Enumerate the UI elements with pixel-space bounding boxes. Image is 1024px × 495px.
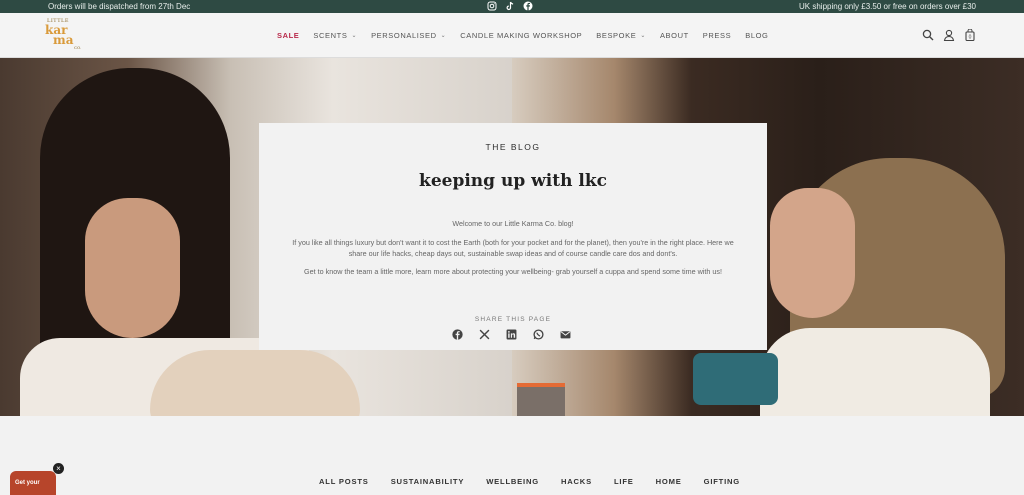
nav-item-blog[interactable]: BLOG — [745, 31, 768, 40]
blog-category-nav: ALL POSTS SUSTAINABILITY WELLBEING HACKS… — [319, 477, 762, 486]
header-icons: 0 — [922, 29, 976, 41]
email-icon[interactable] — [560, 329, 571, 340]
share-label: SHARE THIS PAGE — [474, 316, 552, 323]
svg-text:0: 0 — [969, 35, 972, 41]
intro-paragraph-1: Welcome to our Little Karma Co. blog! — [452, 219, 574, 228]
search-icon[interactable] — [922, 29, 934, 41]
page-title: keeping up with lkc — [419, 171, 607, 191]
category-gifting[interactable]: GIFTING — [704, 477, 740, 486]
site-header: LITTLE kar ma CO. SALE SCENTS ⌄ PERSONALI… — [0, 13, 1024, 58]
shipping-notice: UK shipping only £3.50 or free on orders… — [799, 2, 976, 11]
chevron-down-icon: ⌄ — [640, 33, 646, 39]
nav-item-press[interactable]: PRESS — [703, 31, 731, 40]
intro-paragraph-3: Get to know the team a little more, lear… — [304, 267, 722, 276]
facebook-icon[interactable] — [452, 329, 463, 340]
nav-item-candle-making-workshop[interactable]: CANDLE MAKING WORKSHOP — [460, 31, 582, 40]
chevron-down-icon: ⌄ — [351, 33, 358, 39]
nav-item-scents[interactable]: SCENTS ⌄ — [313, 31, 357, 40]
dispatch-notice: Orders will be dispatched from 27th Dec — [48, 2, 191, 11]
promo-tab[interactable]: Get your — [10, 471, 56, 495]
announcement-bar: Orders will be dispatched from 27th Dec … — [0, 0, 1024, 13]
category-wellbeing[interactable]: WELLBEING — [486, 477, 539, 486]
cart-icon[interactable]: 0 — [964, 29, 976, 41]
category-life[interactable]: LIFE — [614, 477, 634, 486]
category-sustainability[interactable]: SUSTAINABILITY — [391, 477, 465, 486]
logo[interactable]: LITTLE kar ma CO. — [44, 18, 84, 54]
intro-paragraph-2: If you like all things luxury but don't … — [292, 238, 734, 258]
facebook-icon[interactable] — [523, 1, 533, 11]
category-all-posts[interactable]: ALL POSTS — [319, 477, 369, 486]
whatsapp-icon[interactable] — [533, 329, 544, 340]
category-home[interactable]: HOME — [656, 477, 682, 486]
nav-item-bespoke[interactable]: BESPOKE ⌄ — [596, 31, 646, 40]
instagram-icon[interactable] — [487, 1, 497, 11]
nav-item-personalised[interactable]: PERSONALISED ⌄ — [371, 31, 446, 40]
close-icon[interactable]: × — [53, 463, 64, 474]
section-eyebrow: THE BLOG — [485, 142, 541, 152]
linkedin-icon[interactable] — [506, 329, 517, 340]
x-icon[interactable] — [479, 329, 490, 340]
nav-item-about[interactable]: ABOUT — [660, 31, 689, 40]
tiktok-icon[interactable] — [505, 1, 515, 11]
main-nav: SALE SCENTS ⌄ PERSONALISED ⌄ CANDLE MAKING… — [277, 31, 782, 40]
category-hacks[interactable]: HACKS — [561, 477, 592, 486]
account-icon[interactable] — [943, 29, 955, 41]
blog-intro-card: THE BLOG keeping up with lkc Welcome to … — [259, 123, 767, 350]
nav-item-sale[interactable]: SALE — [277, 31, 299, 40]
share-buttons — [452, 329, 571, 340]
social-links — [487, 1, 533, 11]
chevron-down-icon: ⌄ — [440, 33, 447, 39]
